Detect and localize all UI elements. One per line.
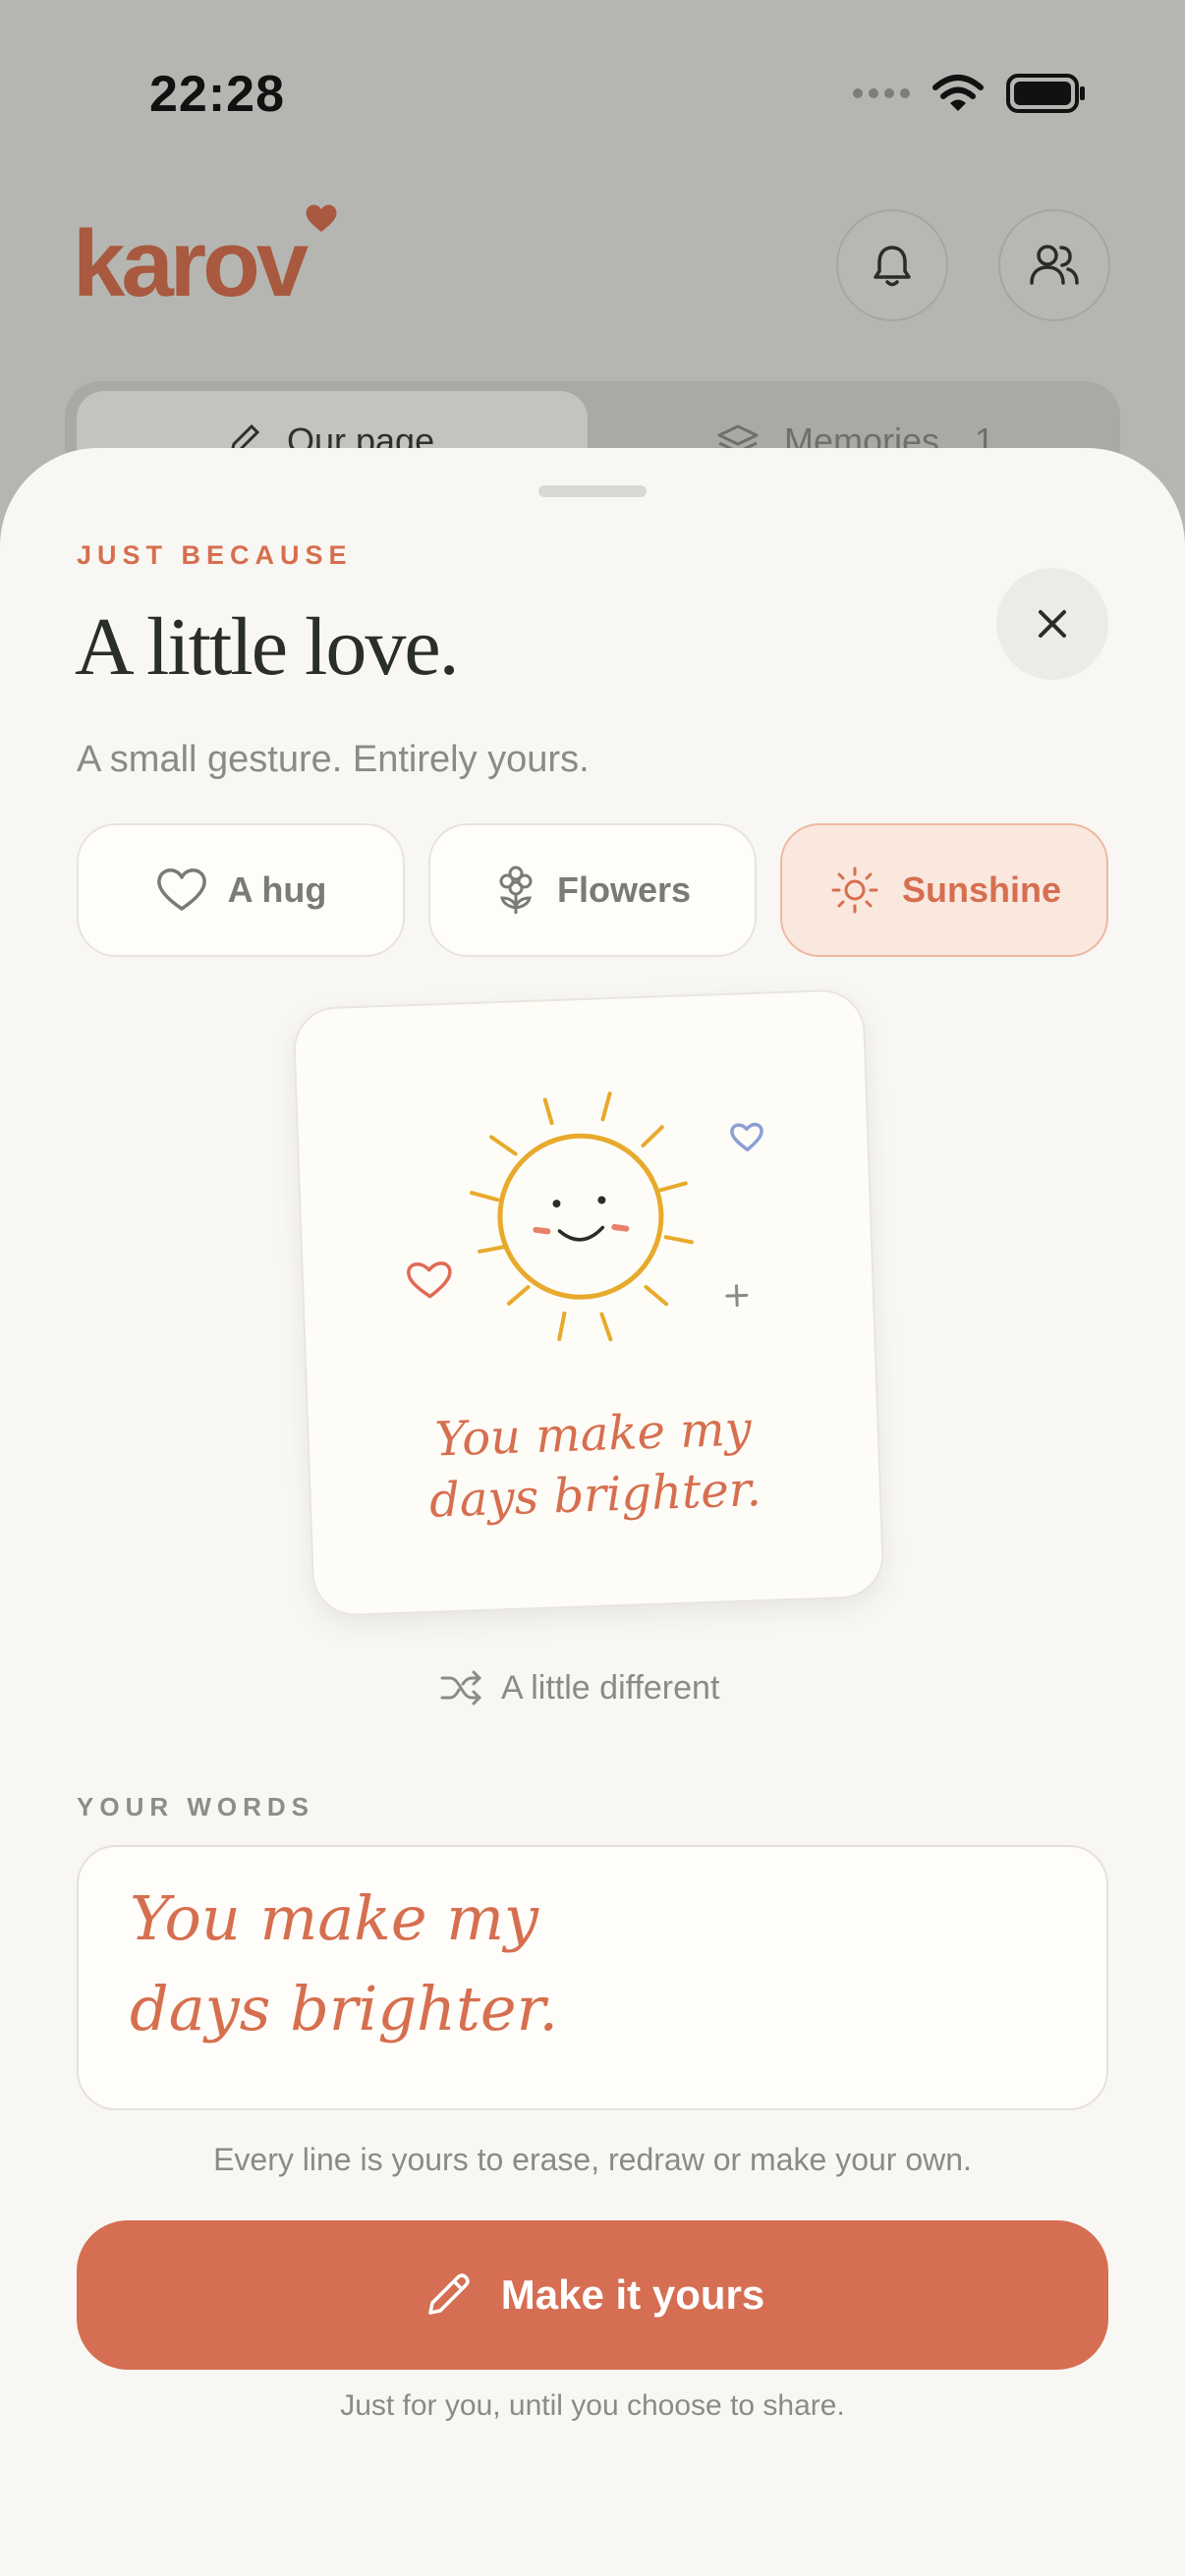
option-flowers[interactable]: Flowers bbox=[428, 823, 757, 957]
people-button[interactable] bbox=[998, 209, 1110, 321]
shuffle-button[interactable]: A little different bbox=[438, 1668, 719, 1708]
privacy-footnote: Just for you, until you choose to share. bbox=[340, 2389, 845, 2422]
preview-card[interactable]: You make my days brighter. bbox=[292, 988, 885, 1617]
status-time: 22:28 bbox=[149, 66, 285, 123]
flower-icon bbox=[499, 866, 533, 914]
battery-icon bbox=[1006, 74, 1085, 113]
app-logo: karov bbox=[73, 211, 309, 316]
option-flowers-label: Flowers bbox=[556, 869, 692, 910]
option-hug-label: A hug bbox=[227, 869, 327, 910]
logo-heart-icon bbox=[306, 204, 337, 232]
status-bar: 22:28 bbox=[0, 0, 1185, 187]
sheet-eyebrow: JUST BECAUSE bbox=[77, 540, 353, 570]
sheet-drag-handle[interactable] bbox=[538, 485, 647, 497]
edit-hint: Every line is yours to erase, redraw or … bbox=[213, 2142, 972, 2177]
sheet-subtitle: A small gesture. Entirely yours. bbox=[77, 739, 590, 780]
close-icon bbox=[1039, 610, 1066, 638]
card-text-line-2: days brighter. bbox=[428, 1462, 762, 1529]
sheet-title: A little love. bbox=[75, 601, 460, 693]
close-button[interactable] bbox=[996, 568, 1108, 680]
cellular-signal-icon bbox=[853, 88, 910, 98]
pencil-icon bbox=[428, 2273, 470, 2315]
people-icon bbox=[1030, 245, 1079, 285]
status-indicators bbox=[853, 73, 1087, 114]
make-it-yours-button[interactable]: Make it yours bbox=[77, 2220, 1108, 2370]
your-words-line-2: days brighter. bbox=[130, 1973, 559, 2044]
option-sunshine[interactable]: Sunshine bbox=[780, 823, 1108, 957]
option-hug[interactable]: A hug bbox=[77, 823, 405, 957]
sun-icon bbox=[831, 867, 878, 914]
your-words-field[interactable]: You make my days brighter. bbox=[77, 1845, 1108, 2110]
your-words-label: YOUR WORDS bbox=[77, 1792, 314, 1821]
your-words-line-1: You make my bbox=[130, 1882, 539, 1954]
bell-icon bbox=[874, 246, 911, 287]
wifi-icon bbox=[932, 75, 984, 111]
heart-icon bbox=[156, 868, 206, 911]
shuffle-label: A little different bbox=[501, 1668, 720, 1707]
notifications-button[interactable] bbox=[836, 209, 948, 321]
option-sunshine-label: Sunshine bbox=[901, 869, 1062, 910]
make-it-yours-label: Make it yours bbox=[500, 2271, 765, 2318]
sun-illustration bbox=[407, 1092, 763, 1342]
shuffle-icon bbox=[440, 1670, 481, 1706]
